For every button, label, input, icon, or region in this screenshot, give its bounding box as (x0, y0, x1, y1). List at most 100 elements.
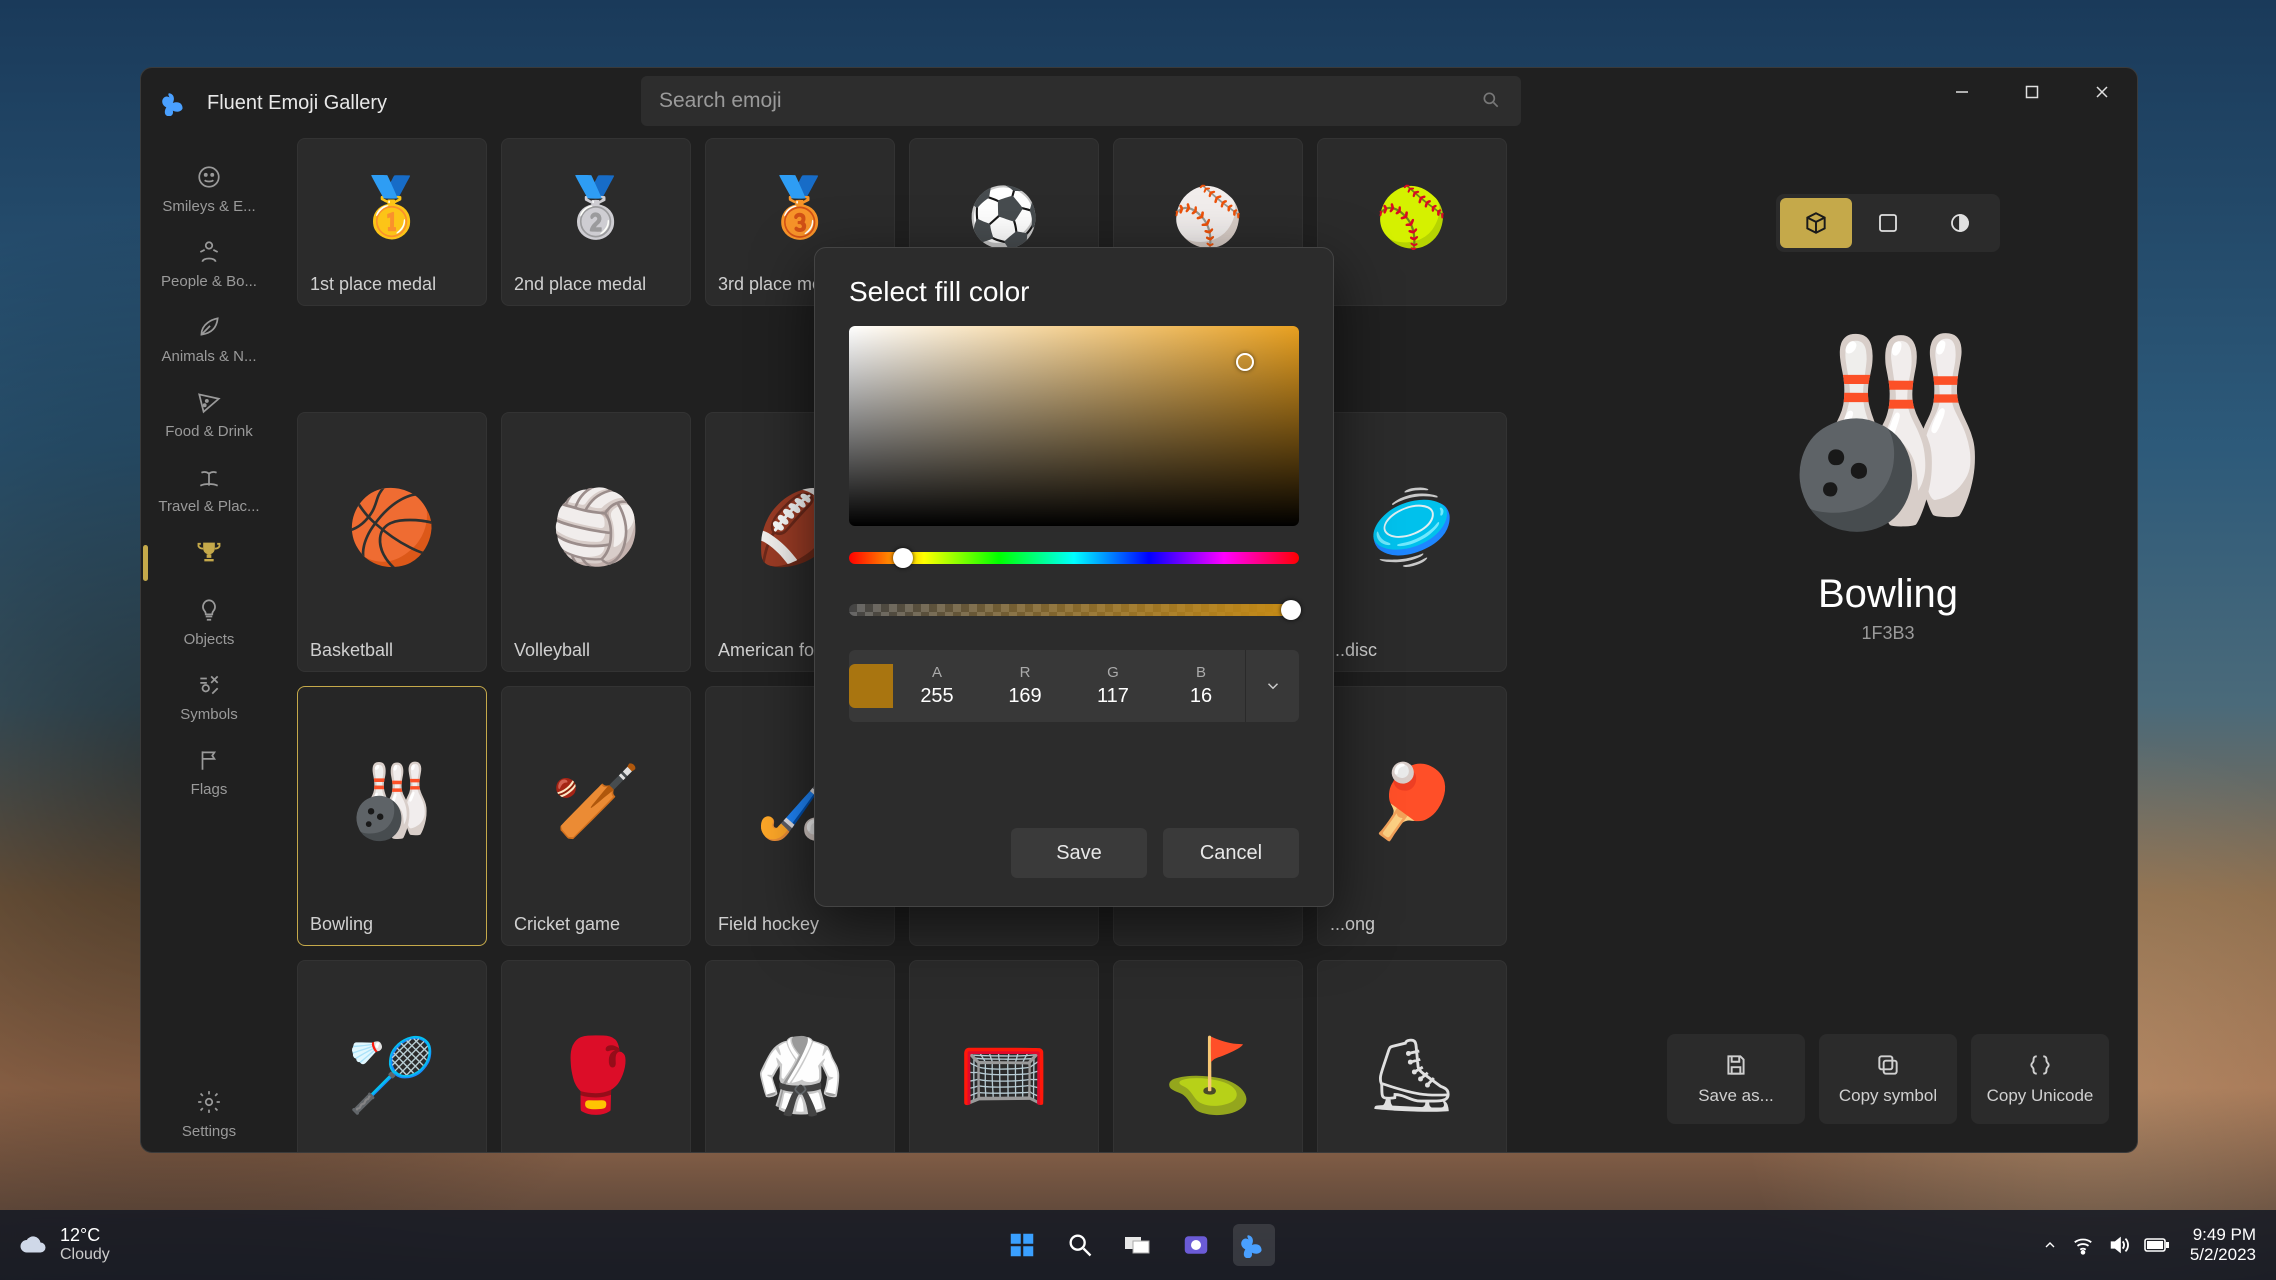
search-bar[interactable] (641, 76, 1521, 126)
emoji-label: Basketball (310, 640, 474, 661)
channel-r[interactable]: R 169 (981, 650, 1069, 722)
sidebar-item-objects[interactable]: Objects (141, 585, 277, 660)
pizza-icon (194, 387, 224, 417)
copy-symbol-button[interactable]: Copy symbol (1819, 1034, 1957, 1124)
close-button[interactable] (2067, 68, 2137, 116)
emoji-glyph: 🎳 (347, 697, 437, 906)
person-icon (194, 237, 224, 267)
battery-icon[interactable] (2144, 1237, 2170, 1253)
emoji-card[interactable]: 🥈2nd place medal (501, 138, 691, 306)
search-input[interactable] (659, 89, 1481, 113)
channel-b[interactable]: B 16 (1157, 650, 1245, 722)
hue-thumb[interactable] (893, 548, 913, 568)
emoji-card[interactable]: 🏐Volleyball (501, 412, 691, 672)
sidebar-item-travel[interactable]: Travel & Plac... (141, 452, 277, 527)
sidebar-item-flags[interactable]: Flags (141, 735, 277, 810)
emoji-card[interactable]: 🥇1st place medal (297, 138, 487, 306)
emoji-card[interactable]: 🏏Cricket game (501, 686, 691, 946)
channel-b-value: 16 (1190, 685, 1212, 708)
channel-a-label: A (932, 664, 942, 681)
emoji-card[interactable]: 🏓...ong (1317, 686, 1507, 946)
sv-thumb[interactable] (1236, 353, 1254, 371)
sidebar-item-symbols[interactable]: Symbols (141, 660, 277, 735)
sidebar-item-label: Flags (145, 781, 273, 798)
emoji-card[interactable]: 🏸Badminton (297, 960, 487, 1152)
sidebar-item-animals[interactable]: Animals & N... (141, 302, 277, 377)
bowling-emoji-large: 🎳 (1776, 327, 2000, 538)
copy-unicode-button[interactable]: Copy Unicode (1971, 1034, 2109, 1124)
taskbar-app-current[interactable] (1233, 1224, 1275, 1266)
view-contrast-button[interactable] (1924, 198, 1996, 248)
emoji-card[interactable]: 🏀 Basketball (297, 412, 487, 672)
view-3d-button[interactable] (1780, 198, 1852, 248)
wifi-icon[interactable] (2072, 1234, 2094, 1256)
alpha-thumb[interactable] (1281, 600, 1301, 620)
copy-unicode-label: Copy Unicode (1987, 1086, 2094, 1106)
taskbar-app-teams[interactable] (1175, 1224, 1217, 1266)
emoji-label: Field hockey (718, 914, 882, 935)
taskbar[interactable]: 12°C Cloudy 9:49 PM 5/2/2023 (0, 1210, 2276, 1280)
taskbar-clock[interactable]: 9:49 PM 5/2/2023 (2190, 1225, 2256, 1266)
save-icon (1723, 1052, 1749, 1078)
clock-date: 5/2/2023 (2190, 1245, 2256, 1265)
emoji-glyph: 🏀 (347, 423, 437, 632)
minimize-button[interactable] (1927, 68, 1997, 116)
system-tray[interactable] (2042, 1234, 2170, 1256)
color-swatch (849, 664, 893, 708)
emoji-glyph: 🏓 (1367, 697, 1457, 906)
sidebar-item-label: Symbols (145, 706, 273, 723)
bulb-icon (194, 595, 224, 625)
detail-name: Bowling (1818, 572, 1958, 617)
cancel-button[interactable]: Cancel (1163, 828, 1299, 878)
smiley-icon (194, 162, 224, 192)
save-button[interactable]: Save (1011, 828, 1147, 878)
tray-chevron-icon[interactable] (2042, 1237, 2058, 1253)
channel-g-label: G (1107, 664, 1119, 681)
saturation-value-area[interactable] (849, 326, 1299, 526)
taskbar-weather[interactable]: 12°C Cloudy (18, 1226, 110, 1263)
argb-row: A 255 R 169 G 117 B 16 (849, 650, 1299, 722)
emoji-card[interactable]: 🥅Goal net (909, 960, 1099, 1152)
sidebar-item-settings[interactable]: Settings (141, 1077, 277, 1152)
maximize-button[interactable] (1997, 68, 2067, 116)
alpha-slider[interactable] (849, 604, 1299, 616)
save-as-button[interactable]: Save as... (1667, 1034, 1805, 1124)
sidebar-item-smileys[interactable]: Smileys & E... (141, 152, 277, 227)
emoji-card[interactable]: 🥊Boxing glove (501, 960, 691, 1152)
sidebar-item-label: Travel & Plac... (145, 498, 273, 515)
emoji-card[interactable]: ⛸Ice skate (1317, 960, 1507, 1152)
emoji-card[interactable]: 🥎 (1317, 138, 1507, 306)
sidebar-item-food[interactable]: Food & Drink (141, 377, 277, 452)
emoji-glyph: 🥏 (1367, 423, 1457, 632)
weather-condition: Cloudy (60, 1246, 110, 1264)
emoji-card[interactable]: ⛳Flag in hole (1113, 960, 1303, 1152)
hue-slider[interactable] (849, 552, 1299, 564)
volume-icon[interactable] (2108, 1234, 2130, 1256)
sidebar-item-activities[interactable] (141, 527, 277, 585)
emoji-card[interactable]: 🥏...disc (1317, 412, 1507, 672)
task-view-button[interactable] (1117, 1224, 1159, 1266)
start-button[interactable] (1001, 1224, 1043, 1266)
emoji-glyph: 🥎 (1376, 149, 1448, 287)
emoji-card[interactable]: 🎳 Bowling (297, 686, 487, 946)
channel-a[interactable]: A 255 (893, 650, 981, 722)
channel-g-value: 117 (1097, 685, 1129, 708)
emoji-glyph: 🥋 (755, 971, 845, 1152)
emoji-label: Bowling (310, 914, 474, 935)
weather-temp: 12°C (60, 1226, 110, 1246)
sidebar-item-label: Animals & N... (145, 348, 273, 365)
sidebar-item-people[interactable]: People & Bo... (141, 227, 277, 302)
emoji-label: 1st place medal (310, 274, 474, 295)
emoji-glyph: 🥅 (959, 971, 1049, 1152)
detail-actions: Save as... Copy symbol Copy Unicode (1667, 1034, 2109, 1124)
view-flat-button[interactable] (1852, 198, 1924, 248)
color-picker-dialog: Select fill color A 255 R 169 G 117 B 16… (814, 247, 1334, 907)
taskbar-right: 9:49 PM 5/2/2023 (2042, 1225, 2256, 1266)
braces-icon (2027, 1052, 2053, 1078)
color-mode-dropdown[interactable] (1245, 650, 1299, 722)
taskbar-search-button[interactable] (1059, 1224, 1101, 1266)
emoji-card[interactable]: 🥋Martial arts... (705, 960, 895, 1152)
channel-g[interactable]: G 117 (1069, 650, 1157, 722)
sidebar-item-label: People & Bo... (145, 273, 273, 290)
channel-r-value: 169 (1008, 685, 1041, 708)
